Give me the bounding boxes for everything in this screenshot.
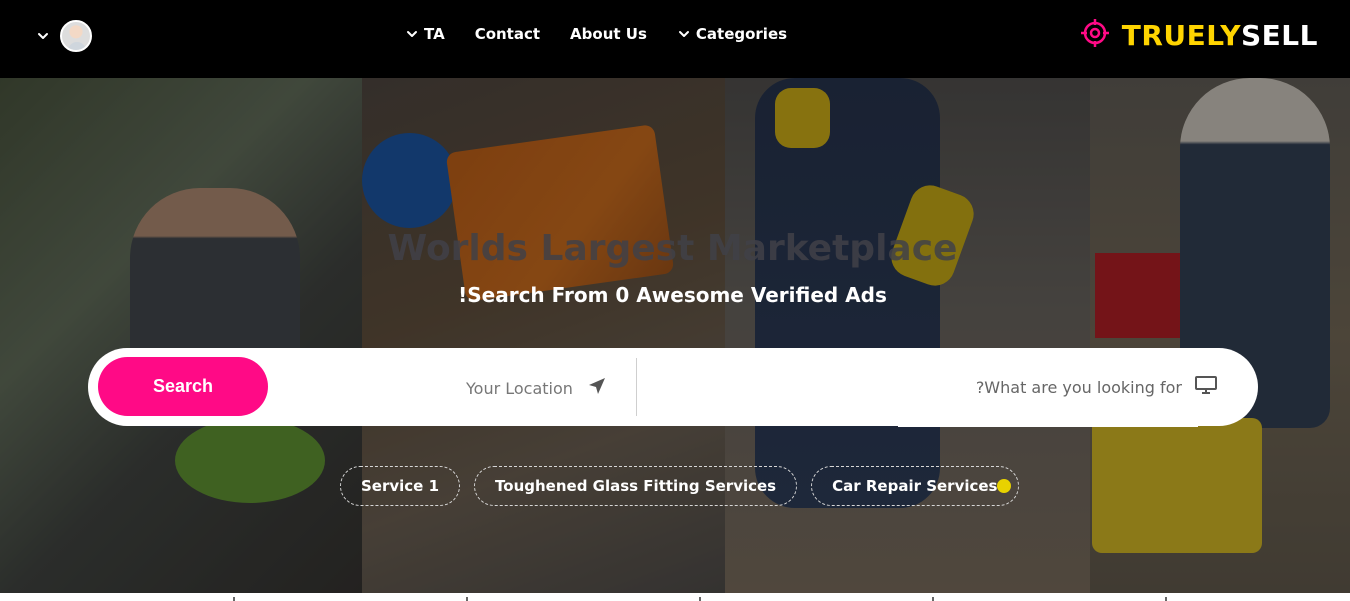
user-menu[interactable] — [36, 20, 92, 52]
nav-item-contact[interactable]: Contact — [475, 25, 540, 43]
brand-name: TRUELYSELL — [1122, 19, 1318, 52]
hero-banner: Worlds Largest Marketplace !Search From … — [0, 78, 1350, 593]
monitor-icon — [1194, 375, 1218, 399]
search-bar: Search Your Location ?What are you looki… — [88, 348, 1258, 426]
hero-headline: Worlds Largest Marketplace — [387, 228, 958, 269]
avatar[interactable] — [60, 20, 92, 52]
page-root: TA Contact About Us Categories TRUELYSEL… — [0, 0, 1350, 601]
popular-service-tags: Service 1 Toughened Glass Fitting Servic… — [340, 466, 1019, 506]
chevron-down-icon — [405, 27, 419, 41]
chevron-down-icon — [677, 27, 691, 41]
search-field-underline — [898, 425, 1198, 427]
brand-name-part-2: SELL — [1241, 18, 1318, 52]
brand-name-part-1: TRUELY — [1121, 18, 1242, 52]
nav-item-ta[interactable]: TA — [405, 25, 445, 43]
chevron-down-icon[interactable] — [36, 29, 50, 43]
section-divider-mark — [699, 597, 701, 601]
nav-label-ta: TA — [424, 25, 445, 43]
location-field[interactable]: Your Location — [466, 376, 607, 400]
search-query-placeholder: ?What are you looking for — [975, 377, 1182, 397]
hero-subheadline: !Search From 0 Awesome Verified Ads — [458, 283, 887, 307]
section-divider-mark — [1165, 597, 1167, 601]
below-hero-strip — [0, 593, 1350, 601]
section-divider-mark — [233, 597, 235, 601]
nav-item-categories[interactable]: Categories — [677, 25, 787, 43]
target-icon — [1080, 18, 1110, 52]
top-navbar: TA Contact About Us Categories TRUELYSEL… — [0, 0, 1350, 78]
navigation-arrow-icon — [587, 376, 607, 400]
search-divider — [636, 358, 637, 416]
search-button[interactable]: Search — [98, 357, 268, 416]
service-tag-service-1[interactable]: Service 1 — [340, 466, 461, 506]
section-divider-mark — [466, 597, 468, 601]
search-query-field[interactable]: ?What are you looking for — [976, 375, 1218, 399]
location-placeholder: Your Location — [466, 378, 573, 398]
nav-label-contact: Contact — [474, 25, 541, 43]
section-divider-mark — [932, 597, 934, 601]
carousel-indicator-dot[interactable] — [997, 479, 1011, 493]
main-navigation: TA Contact About Us Categories — [405, 25, 787, 43]
nav-label-categories: Categories — [695, 25, 788, 43]
brand-logo[interactable]: TRUELYSELL — [1080, 18, 1318, 52]
hero-dark-overlay — [0, 78, 1350, 593]
service-tag-toughened-glass[interactable]: Toughened Glass Fitting Services — [474, 466, 798, 506]
nav-item-about-us[interactable]: About Us — [570, 25, 647, 43]
nav-label-about-us: About Us — [570, 25, 647, 43]
service-tag-car-repair[interactable]: Car Repair Services — [811, 466, 1019, 506]
